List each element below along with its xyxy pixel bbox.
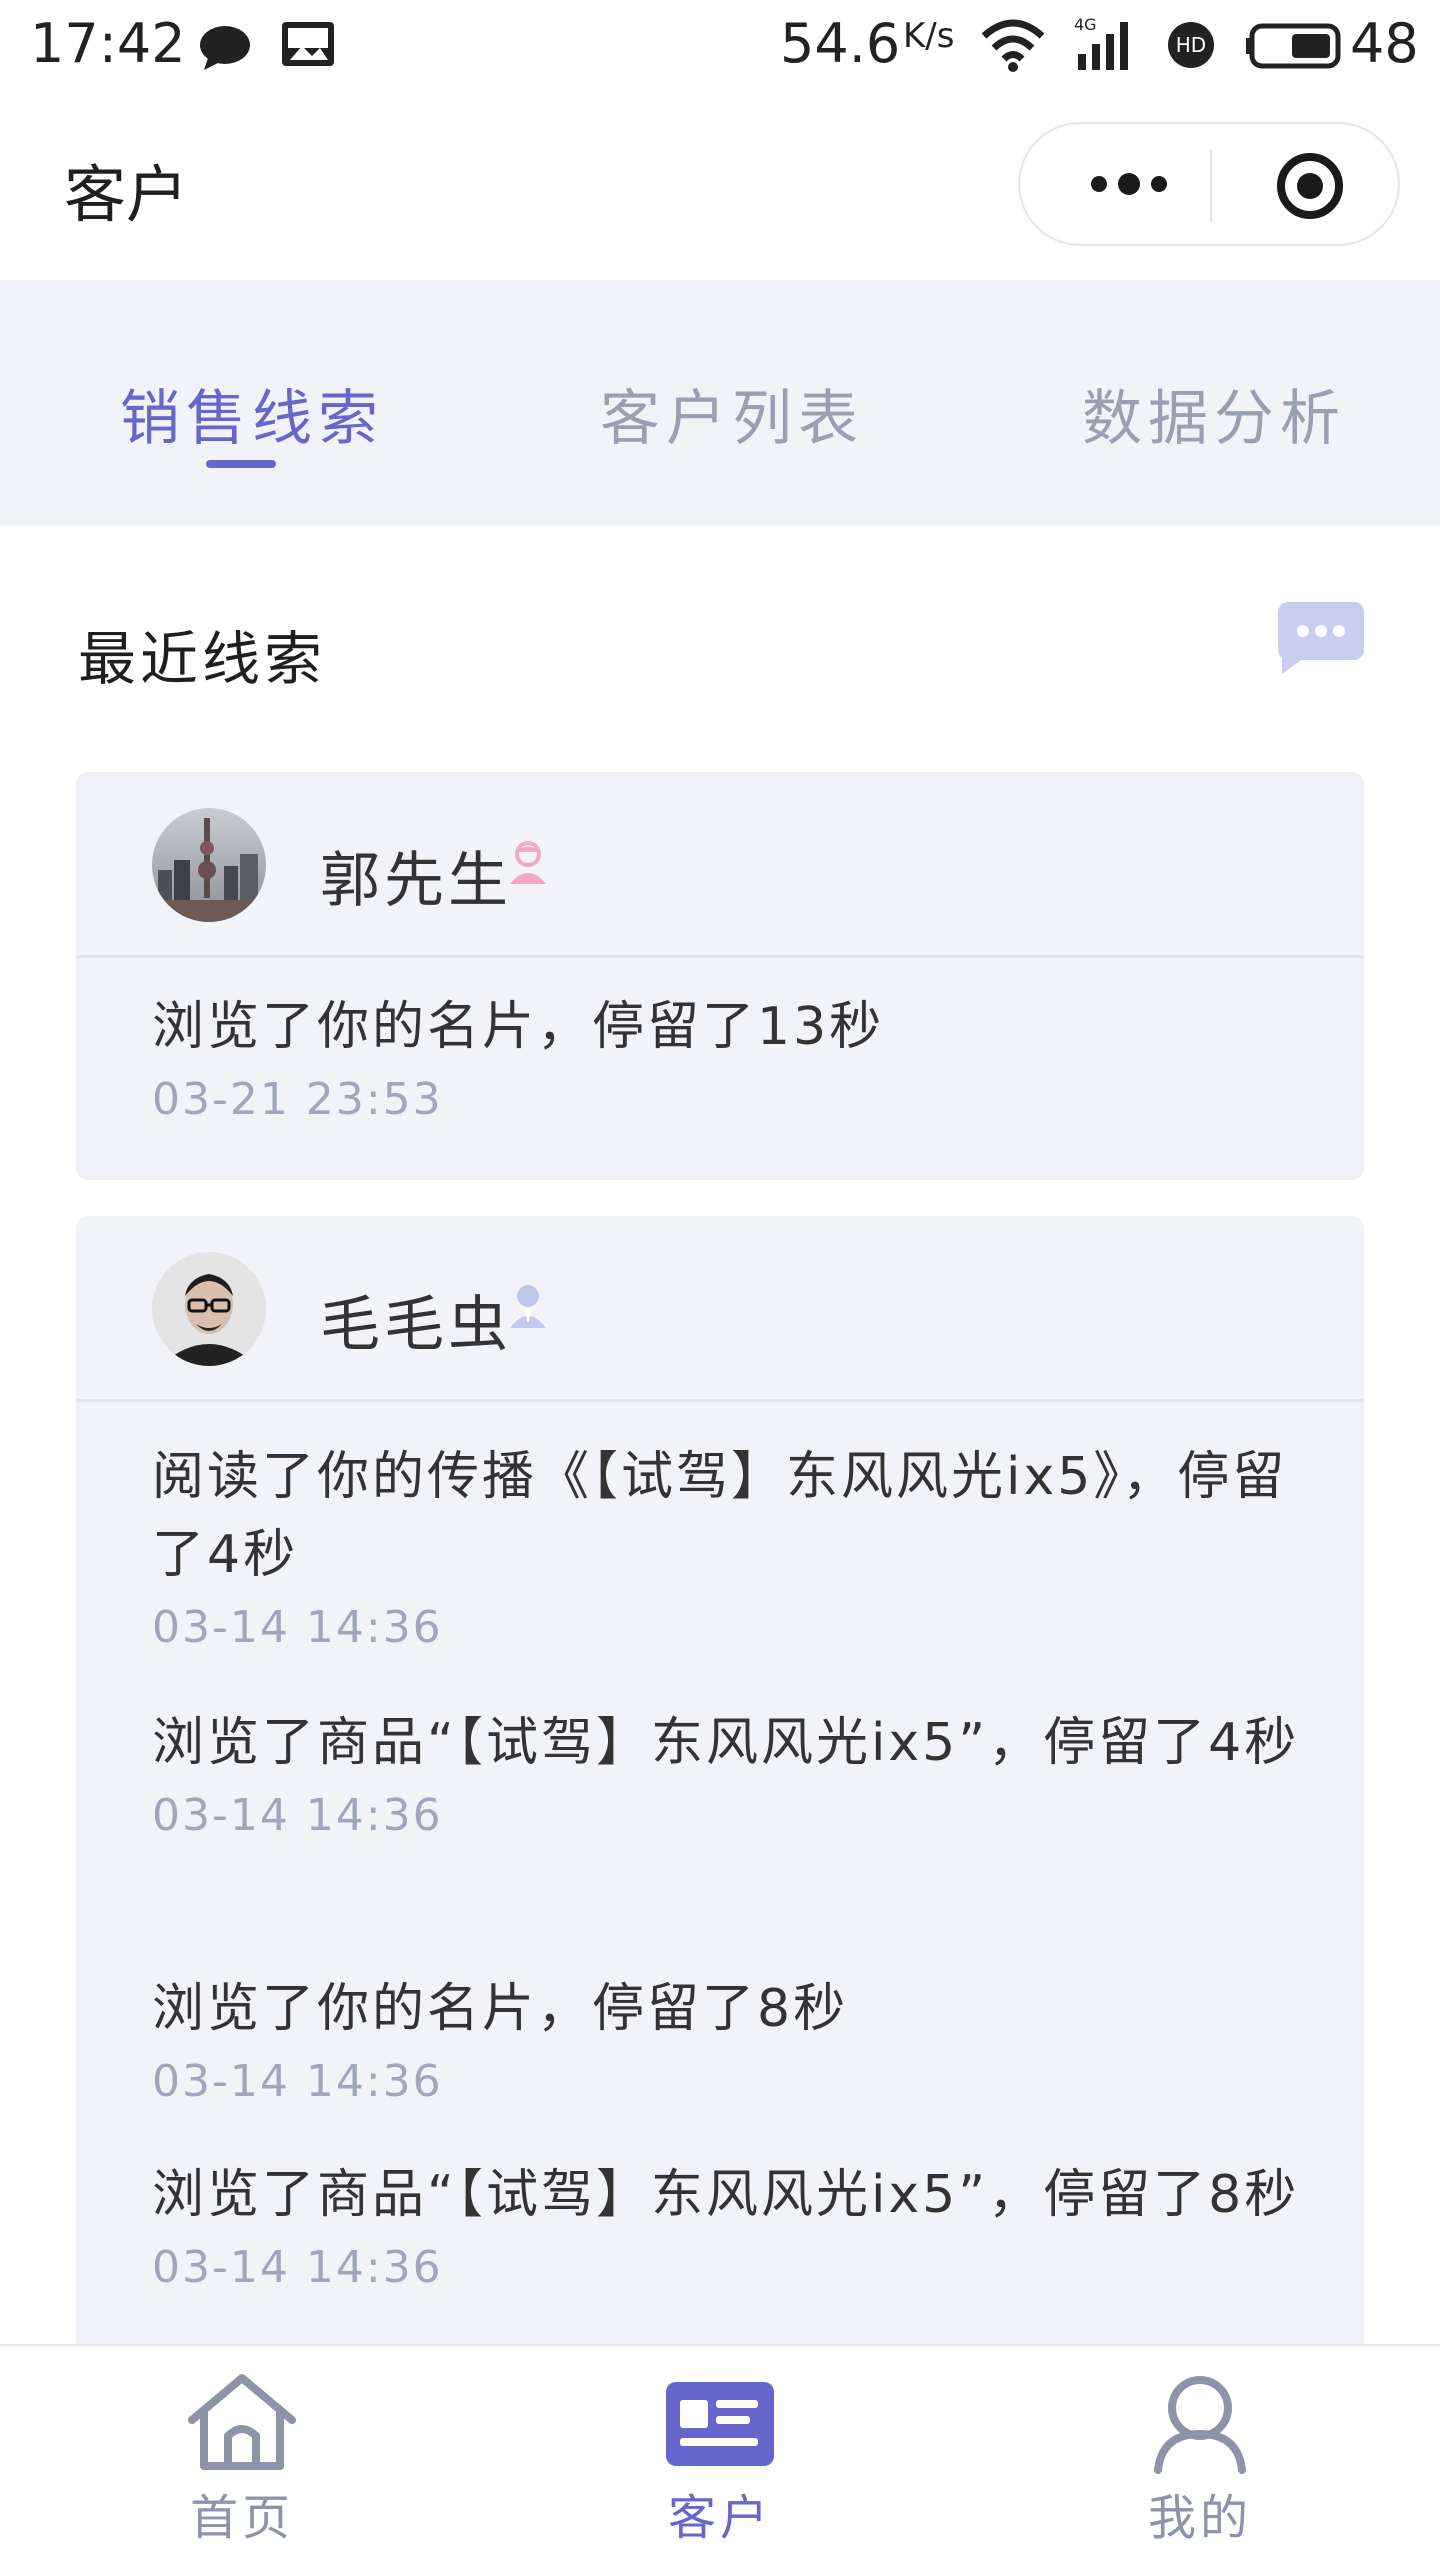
lead-card-header: 毛毛虫 — [76, 1216, 1364, 1402]
active-tab-indicator — [206, 460, 276, 468]
nav-me[interactable]: 我的 — [1050, 2346, 1350, 2562]
bottom-nav: 首页 客户 我的 — [0, 2344, 1440, 2560]
chat-notification-icon — [200, 26, 250, 70]
nav-customer[interactable]: 客户 — [570, 2346, 870, 2562]
image-notification-icon — [282, 22, 334, 66]
avatar[interactable] — [152, 1252, 266, 1366]
net-speed-unit: K/s — [903, 16, 955, 56]
activity-item: 阅读了你的传播《【试驾】东风风光ix5》，停留了4秒 03-14 14:36 — [152, 1438, 1302, 1658]
lead-card-header: 郭先生 — [76, 772, 1364, 958]
activity-item: 浏览了商品“【试驾】东风风光ix5”，停留了4秒 03-14 14:36 — [152, 1704, 1302, 1846]
page-title: 客户 — [64, 158, 189, 231]
lead-card[interactable]: 郭先生 浏览了你的名片，停留了13秒 03-21 23:53 — [76, 772, 1364, 1180]
nav-home[interactable]: 首页 — [92, 2346, 392, 2562]
activity-time: 03-14 14:36 — [152, 1790, 443, 1841]
signal-icon: 4G — [1074, 15, 1128, 70]
svg-text:HD: HD — [1176, 33, 1206, 57]
activity-text: 浏览了商品“【试驾】东风风光ix5”，停留了4秒 — [152, 1713, 1300, 1773]
activity-time: 03-14 14:36 — [152, 2056, 443, 2107]
activity-text: 阅读了你的传播《【试驾】东风风光ix5》，停留了4秒 — [152, 1447, 1288, 1585]
female-icon — [510, 841, 546, 884]
more-dots-icon[interactable] — [1074, 162, 1184, 206]
avatar[interactable] — [152, 808, 266, 922]
tab-customer-list[interactable]: 客户列表 — [600, 370, 864, 457]
mini-program-capsule — [1018, 122, 1400, 246]
net-speed: 54.6 — [780, 12, 901, 75]
battery-level: 48 — [1350, 12, 1419, 75]
activity-item: 浏览了你的名片，停留了8秒 03-14 14:36 — [152, 1970, 1302, 2112]
activity-time: 03-21 23:53 — [152, 1074, 443, 1125]
nav-me-label: 我的 — [1147, 2490, 1252, 2546]
customer-name: 毛毛虫 — [320, 1290, 512, 1360]
nav-home-label: 首页 — [189, 2490, 294, 2546]
activity-text: 浏览了你的名片，停留了8秒 — [152, 1979, 849, 2039]
male-icon — [510, 1285, 546, 1328]
home-icon — [188, 2374, 296, 2470]
activity-item: 浏览了你的名片，停留了13秒 03-21 23:53 — [152, 988, 1302, 1130]
customer-card-icon — [666, 2382, 774, 2466]
tab-sales-leads[interactable]: 销售线索 — [120, 370, 384, 457]
message-bubble-icon[interactable] — [1276, 600, 1366, 676]
lead-card[interactable]: 毛毛虫 阅读了你的传播《【试驾】东风风光ix5》，停留了4秒 03-14 14:… — [76, 1216, 1364, 2416]
user-icon — [1154, 2376, 1246, 2474]
title-bar: 客户 — [0, 96, 1440, 280]
customer-name: 郭先生 — [320, 846, 512, 916]
hd-icon: HD — [1168, 22, 1214, 68]
activity-item: 浏览了商品“【试驾】东风风光ix5”，停留了8秒 03-14 14:36 — [152, 2156, 1302, 2298]
activity-time: 03-14 14:36 — [152, 2242, 443, 2293]
battery-icon — [1246, 23, 1341, 69]
activity-time: 03-14 14:36 — [152, 1602, 443, 1653]
wifi-icon — [981, 19, 1045, 72]
section-title: 最近线索 — [78, 625, 327, 693]
tab-data-analysis[interactable]: 数据分析 — [1082, 370, 1346, 457]
nav-customer-label: 客户 — [667, 2490, 772, 2546]
network-type: 4G — [1074, 15, 1097, 34]
status-time: 17:42 — [30, 12, 186, 75]
activity-text: 浏览了商品“【试驾】东风风光ix5”，停留了8秒 — [152, 2165, 1300, 2225]
tab-bar: 销售线索 客户列表 数据分析 — [0, 280, 1440, 526]
status-bar: 17:42 54.6 K/s 4G HD 48 — [0, 0, 1440, 96]
capsule-divider — [1210, 150, 1212, 222]
activity-text: 浏览了你的名片，停留了13秒 — [152, 997, 885, 1057]
target-icon[interactable] — [1274, 150, 1346, 222]
